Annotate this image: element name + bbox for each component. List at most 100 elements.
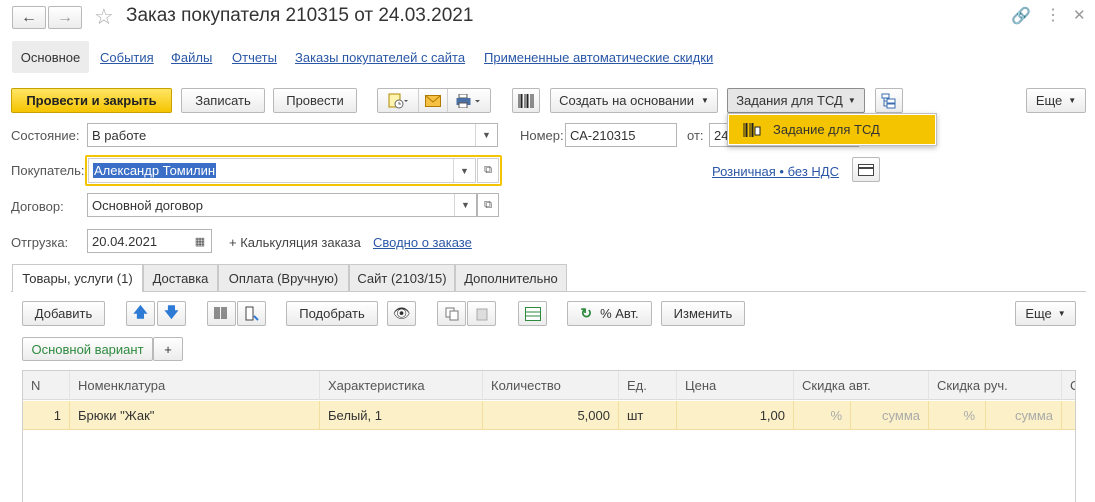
buyer-label: Покупатель: (11, 163, 85, 178)
refresh-icon: ↻ (580, 305, 593, 321)
contract-label: Договор: (11, 199, 64, 214)
envelope-icon (425, 94, 441, 107)
tab-site[interactable]: Сайт (2103/15) (349, 264, 455, 291)
cell-price[interactable]: 1,00 (677, 401, 794, 430)
shipment-label: Отгрузка: (11, 235, 69, 250)
shipment-date-field[interactable]: 20.04.2021 ▦ (87, 229, 212, 253)
pick-button[interactable]: Подобрать (286, 301, 378, 326)
calendar-icon[interactable]: ▦ (189, 230, 211, 252)
back-button[interactable]: ← (12, 6, 46, 29)
chevron-down-icon[interactable]: ▼ (453, 159, 475, 182)
change-button[interactable]: Изменить (661, 301, 745, 326)
document-time-button[interactable] (378, 89, 419, 112)
summary-link[interactable]: Сводно о заказе (373, 235, 472, 250)
more-button[interactable]: Еще ▼ (1026, 88, 1086, 113)
calculation-toggle[interactable]: + Калькуляция заказа (229, 235, 361, 250)
barcode-icon (743, 122, 761, 137)
tsd-load-button[interactable] (237, 301, 266, 326)
printer-icon (456, 93, 480, 108)
paste-icon (476, 308, 487, 320)
card-button[interactable] (852, 157, 880, 182)
copy-button[interactable] (437, 301, 466, 326)
variant-button[interactable]: Основной вариант (22, 337, 153, 361)
more-vertical-icon[interactable]: ⋮ (1045, 5, 1061, 25)
terminal-icon (245, 306, 259, 321)
arrow-left-icon: ← (21, 8, 37, 26)
cell-manual-sum[interactable]: сумма (986, 401, 1062, 430)
tab-payment[interactable]: Оплата (Вручную) (218, 264, 349, 291)
state-select[interactable]: В работе ▼ (87, 123, 498, 147)
contract-field[interactable]: Основной договор ▼ (87, 193, 477, 217)
number-label: Номер: (520, 128, 564, 143)
open-icon: ⧉ (484, 164, 492, 176)
tsd-task-menu-item[interactable]: Задание для ТСД (729, 115, 935, 144)
buyer-field[interactable]: Александр Томилин ▼ (88, 158, 476, 183)
paste-button[interactable] (467, 301, 496, 326)
print-button[interactable] (448, 89, 490, 112)
tsd-tasks-button[interactable]: Задания для ТСД ▼ (727, 88, 865, 113)
nav-tab-reports[interactable]: Отчеты (232, 50, 277, 65)
col-header-price[interactable]: Цена (677, 371, 794, 400)
table-calc-icon (524, 306, 541, 321)
auto-discount-button[interactable]: ↻ % Авт. (567, 301, 652, 326)
chevron-down-icon[interactable]: ▼ (475, 124, 497, 146)
post-and-close-button[interactable]: Провести и закрыть (11, 88, 172, 113)
arrow-right-icon: → (57, 8, 73, 26)
col-header-quantity[interactable]: Количество (483, 371, 619, 400)
state-label: Состояние: (11, 128, 80, 143)
move-up-button[interactable]: 🡅 (126, 301, 155, 326)
move-down-button[interactable]: 🡇 (157, 301, 186, 326)
tab-delivery[interactable]: Доставка (143, 264, 218, 291)
chevron-down-icon[interactable]: ▼ (454, 194, 476, 216)
cell-auto-pct[interactable]: % (794, 401, 851, 430)
open-buyer-button[interactable]: ⧉ (477, 158, 499, 183)
col-header-unit[interactable]: Ед. (619, 371, 677, 400)
scan-barcode-button[interactable] (207, 301, 236, 326)
add-variant-button[interactable]: + (153, 337, 183, 361)
add-row-button[interactable]: Добавить (22, 301, 105, 326)
tab-additional[interactable]: Дополнительно (455, 264, 567, 291)
col-header-item[interactable]: Номенклатура (70, 371, 320, 400)
nav-tab-events[interactable]: События (100, 50, 154, 65)
cell-auto-sum[interactable]: сумма (851, 401, 929, 430)
cell-item[interactable]: Брюки "Жак" (70, 401, 320, 430)
cell-n: 1 (23, 401, 70, 430)
chevron-down-icon: ▼ (700, 96, 709, 105)
col-header-auto-discount[interactable]: Скидка авт. (794, 371, 929, 400)
email-button[interactable] (419, 89, 448, 112)
save-button[interactable]: Записать (181, 88, 265, 113)
favorite-star-icon[interactable]: ☆ (94, 4, 114, 30)
nav-tab-site-orders[interactable]: Заказы покупателей с сайта (295, 50, 465, 65)
post-button[interactable]: Провести (273, 88, 357, 113)
card-icon (858, 163, 874, 176)
chevron-down-icon: ▼ (847, 96, 856, 105)
number-field[interactable]: СА-210315 (565, 123, 677, 147)
col-header-extra[interactable]: С (1062, 371, 1075, 400)
tab-goods[interactable]: Товары, услуги (1) (12, 264, 143, 292)
nav-tab-files[interactable]: Файлы (171, 50, 212, 65)
window-title: Заказ покупателя 210315 от 24.03.2021 (126, 5, 474, 26)
price-type-link[interactable]: Розничная • без НДС (712, 164, 839, 179)
cell-unit[interactable]: шт (619, 401, 677, 430)
link-icon[interactable]: 🔗 (1011, 6, 1031, 26)
nav-tab-auto-discounts[interactable]: Примененные автоматические скидки (484, 50, 713, 65)
col-header-n[interactable]: N (23, 371, 70, 400)
open-contract-button[interactable]: ⧉ (477, 193, 499, 217)
create-based-button[interactable]: Создать на основании ▼ (550, 88, 718, 113)
chevron-down-icon: ▼ (1068, 96, 1077, 105)
view-button[interactable]: 👁 (387, 301, 416, 326)
cell-quantity[interactable]: 5,000 (483, 401, 619, 430)
forward-button[interactable]: → (48, 6, 82, 29)
items-more-button[interactable]: Еще ▼ (1015, 301, 1076, 326)
chevron-down-icon: ▼ (1057, 309, 1066, 318)
col-header-manual-discount[interactable]: Скидка руч. (929, 371, 1062, 400)
cell-manual-pct[interactable]: % (929, 401, 986, 430)
col-header-characteristic[interactable]: Характеристика (320, 371, 483, 400)
structure-button[interactable] (875, 88, 903, 113)
date-label: от: (687, 128, 704, 143)
calculate-button[interactable] (518, 301, 547, 326)
nav-tab-main[interactable]: Основное (12, 41, 89, 73)
cell-characteristic[interactable]: Белый, 1 (320, 401, 483, 430)
barcode-button[interactable] (512, 88, 540, 113)
close-icon[interactable]: ✕ (1073, 6, 1086, 24)
